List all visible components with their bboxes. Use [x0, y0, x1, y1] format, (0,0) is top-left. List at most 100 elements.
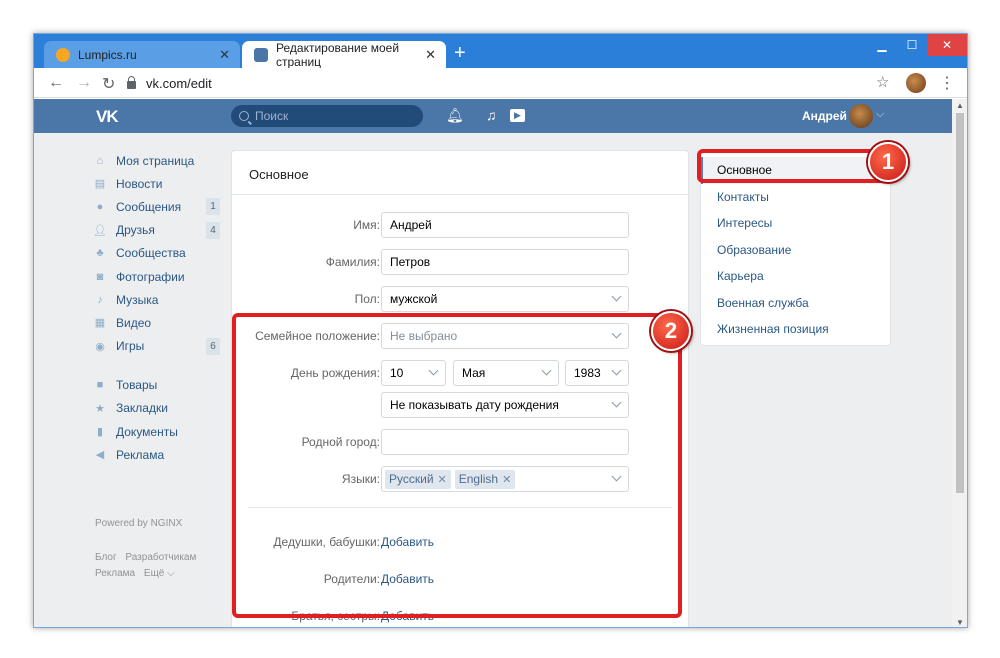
tab-education[interactable]: Образование — [701, 237, 890, 264]
left-sidebar: ⌂ Моя страница ▤ Новости ● Сообщения 1 👤︎ Дру… — [93, 149, 224, 466]
sidebar-item-goods[interactable]: ■ Товары — [94, 374, 224, 397]
sidebar-item-label: Игры — [116, 339, 145, 354]
sidebar-item-label: Фотографии — [116, 269, 185, 284]
chevron-down-icon — [611, 291, 622, 302]
avatar[interactable] — [849, 104, 873, 128]
sidebar-item-label: Закладки — [116, 401, 168, 416]
search-input[interactable]: Поиск — [231, 105, 423, 127]
close-window-icon[interactable]: ✕ — [927, 34, 967, 56]
highlight-box-form — [232, 313, 682, 618]
profile-avatar[interactable] — [906, 73, 926, 93]
url-field[interactable]: vk.com/edit — [127, 73, 902, 93]
surname-field[interactable]: Петров — [381, 249, 629, 275]
maximize-icon[interactable]: ☐ — [897, 34, 927, 56]
scrollbar-thumb[interactable] — [956, 113, 964, 493]
vk-header: VK Поиск 🔔︎ ♫ ▶ Андрей ⌵ — [34, 99, 952, 133]
name-row: Имя: Андрей — [232, 212, 690, 238]
count-badge: 1 — [206, 198, 220, 216]
sidebar-item-ads[interactable]: ◀ Реклама — [94, 443, 224, 466]
sidebar-item-groups[interactable]: ♣ Сообщества — [94, 242, 224, 265]
tab-title: Редактирование моей страниц — [276, 40, 400, 69]
sidebar-item-games[interactable]: ◉ Игры 6 — [94, 335, 224, 358]
tab-contacts[interactable]: Контакты — [701, 184, 890, 211]
megaphone-icon: ◀ — [95, 449, 105, 462]
scrollbar[interactable]: ▲ ▼ — [952, 99, 967, 627]
address-bar: ← → ↻ vk.com/edit ☆ ⋮ — [34, 68, 967, 98]
music-note-icon[interactable]: ♫ — [486, 107, 497, 123]
play-icon[interactable]: ▶ — [510, 109, 525, 122]
surname-row: Фамилия: Петров — [232, 249, 690, 275]
gender-select[interactable]: мужской — [381, 286, 629, 312]
tab-military[interactable]: Военная служба — [701, 290, 890, 317]
back-arrow-icon[interactable]: ← — [48, 74, 64, 92]
footer-link-more[interactable]: Ещё ⌵ — [144, 568, 175, 579]
sidebar-item-label: Музыка — [116, 292, 159, 307]
footer-link-blog[interactable]: Блог — [95, 552, 117, 563]
sidebar-item-label: Видео — [116, 315, 152, 330]
footer-links: Блог Разработчикам Реклама Ещё ⌵ — [95, 550, 215, 582]
sidebar-item-label: Сообщества — [116, 246, 186, 261]
video-icon: ▦ — [94, 317, 106, 330]
name-field[interactable]: Андрей — [381, 212, 629, 238]
tab-interests[interactable]: Интересы — [701, 210, 890, 237]
scroll-up-icon[interactable]: ▲ — [956, 101, 964, 110]
vk-logo[interactable]: VK — [96, 107, 119, 127]
surname-label: Фамилия: — [325, 255, 380, 269]
music-icon: ♪ — [97, 293, 103, 306]
sidebar-item-my-page[interactable]: ⌂ Моя страница — [94, 149, 224, 172]
user-name[interactable]: Андрей — [802, 109, 847, 123]
chevron-down-icon[interactable]: ⌵ — [876, 108, 884, 121]
footer-link-developers[interactable]: Разработчикам — [125, 552, 196, 563]
bookmark-star-icon[interactable]: ☆ — [876, 73, 889, 91]
name-value: Андрей — [390, 218, 432, 232]
sidebar-item-label: Товары — [116, 378, 158, 393]
url-text: vk.com/edit — [146, 75, 212, 91]
reload-icon[interactable]: ↻ — [102, 74, 115, 94]
step-badge-2: 2 — [651, 311, 691, 351]
gender-row: Пол: мужской — [232, 286, 690, 312]
tab-lumpics[interactable]: Lumpics.ru ✕ — [44, 41, 240, 68]
gamepad-icon: ◉ — [95, 340, 105, 353]
sidebar-item-label: Реклама — [116, 447, 165, 462]
gender-label: Пол: — [354, 292, 380, 306]
sidebar-item-messages[interactable]: ● Сообщения 1 — [94, 195, 224, 218]
forward-arrow-icon[interactable]: → — [76, 74, 92, 92]
menu-kebab-icon[interactable]: ⋮ — [939, 73, 955, 93]
powered-by-text: Powered by NGINX — [95, 518, 183, 529]
highlight-box-basic — [697, 149, 897, 183]
scroll-down-icon[interactable]: ▼ — [956, 618, 964, 627]
sidebar-item-friends[interactable]: 👤︎ Друзья 4 — [93, 219, 224, 242]
bag-icon: ■ — [96, 379, 104, 392]
search-icon — [239, 111, 249, 121]
new-tab-icon[interactable]: + — [454, 43, 466, 63]
tab-title: Lumpics.ru — [78, 47, 137, 62]
sidebar-item-music[interactable]: ♪ Музыка — [94, 288, 224, 311]
sidebar-item-bookmarks[interactable]: ★ Закладки — [94, 397, 224, 420]
minimize-icon[interactable]: ▁ — [867, 34, 897, 56]
surname-value: Петров — [390, 255, 431, 269]
close-tab-icon[interactable]: ✕ — [219, 47, 230, 63]
count-badge: 6 — [206, 337, 220, 355]
tab-life-position[interactable]: Жизненная позиция — [701, 316, 890, 343]
sidebar-item-documents[interactable]: ▮ Документы — [94, 420, 224, 443]
sidebar-item-label: Новости — [116, 176, 163, 191]
sidebar-item-photos[interactable]: ◙ Фотографии — [94, 265, 224, 288]
tab-career[interactable]: Карьера — [701, 263, 890, 290]
news-icon: ▤ — [94, 178, 106, 191]
sidebar-item-news[interactable]: ▤ Новости — [94, 172, 224, 195]
count-badge: 4 — [206, 221, 220, 239]
document-icon: ▮ — [96, 426, 104, 439]
step-badge-1: 1 — [868, 142, 908, 182]
tab-vk-edit[interactable]: Редактирование моей страниц ✕ — [242, 40, 446, 69]
lumpics-favicon-icon — [56, 47, 70, 62]
close-tab-icon[interactable]: ✕ — [425, 47, 436, 63]
footer-link-ads[interactable]: Реклама — [95, 568, 135, 579]
sidebar-item-video[interactable]: ▦ Видео — [94, 311, 224, 334]
bell-icon[interactable]: 🔔︎ — [446, 107, 464, 124]
sidebar-item-label: Друзья — [116, 223, 155, 238]
camera-icon: ◙ — [96, 270, 104, 283]
vk-favicon-icon — [254, 47, 268, 62]
sidebar-item-label: Сообщения — [116, 199, 182, 214]
lock-icon — [127, 76, 136, 89]
divider — [94, 358, 224, 374]
